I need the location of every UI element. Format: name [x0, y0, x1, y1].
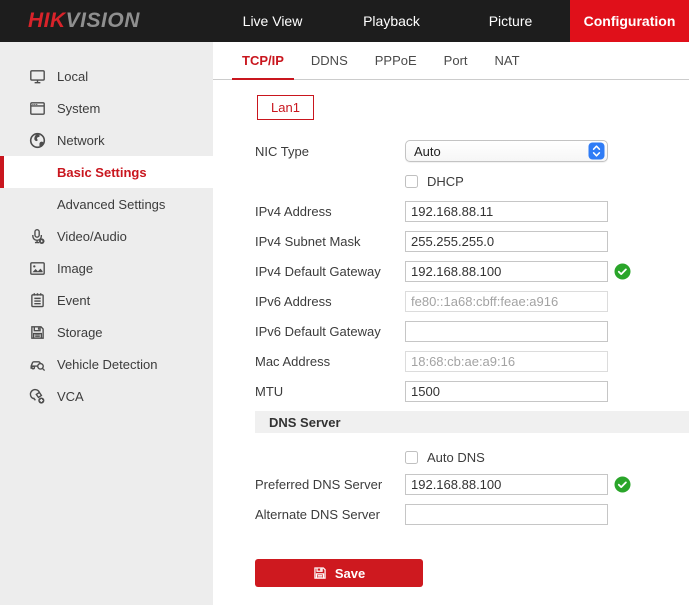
auto-dns-label: Auto DNS — [427, 450, 485, 465]
ipv4-gateway-input[interactable] — [405, 261, 608, 282]
ipv6-address-label: IPv6 Address — [255, 294, 405, 309]
vehicle-search-icon — [28, 355, 47, 374]
window-icon — [28, 99, 47, 118]
sidebar-item-vca[interactable]: VCA — [0, 380, 213, 412]
preferred-dns-label: Preferred DNS Server — [255, 477, 405, 492]
dhcp-row: DHCP — [213, 166, 689, 196]
save-icon — [313, 566, 327, 580]
mac-address-label: Mac Address — [255, 354, 405, 369]
storage-icon — [28, 323, 47, 342]
tab-nat[interactable]: NAT — [495, 42, 520, 79]
network-tabbar: TCP/IP DDNS PPPoE Port NAT — [213, 42, 689, 80]
sidebar-item-label: Event — [57, 293, 90, 308]
sidebar-item-video-audio[interactable]: Video/Audio — [0, 220, 213, 252]
ipv6-address-row: IPv6 Address — [213, 286, 689, 316]
main-panel: TCP/IP DDNS PPPoE Port NAT Lan1 NIC Type… — [213, 42, 689, 605]
mac-address-row: Mac Address — [213, 346, 689, 376]
ipv4-address-input[interactable] — [405, 201, 608, 222]
tcpip-form: NIC Type Auto DHCP IPv4 Address IPv4 Sub… — [213, 136, 689, 587]
save-button[interactable]: Save — [255, 559, 423, 587]
sidebar-item-vehicle-detection[interactable]: Vehicle Detection — [0, 348, 213, 380]
mac-address-input[interactable] — [405, 351, 608, 372]
sidebar-item-event[interactable]: Event — [0, 284, 213, 316]
sidebar-item-label: System — [57, 101, 100, 116]
globe-icon — [28, 131, 47, 150]
monitor-icon — [28, 67, 47, 86]
valid-check-icon — [614, 263, 631, 280]
tab-tcpip[interactable]: TCP/IP — [242, 42, 284, 79]
sidebar-item-system[interactable]: System — [0, 92, 213, 124]
ipv6-gateway-row: IPv6 Default Gateway — [213, 316, 689, 346]
nic-type-row: NIC Type Auto — [213, 136, 689, 166]
nav-menu: Live View Playback Picture Configuration — [213, 0, 689, 42]
ipv4-address-row: IPv4 Address — [213, 196, 689, 226]
nic-type-selected-value: Auto — [406, 144, 588, 159]
nic-type-select[interactable]: Auto — [405, 140, 608, 162]
dns-server-section-header: DNS Server — [255, 411, 689, 433]
ipv4-address-label: IPv4 Address — [255, 204, 405, 219]
tab-ddns[interactable]: DDNS — [311, 42, 348, 79]
dns-server-title: DNS Server — [255, 415, 341, 430]
sidebar-item-label: Basic Settings — [57, 165, 147, 180]
mtu-input[interactable] — [405, 381, 608, 402]
ipv4-subnet-input[interactable] — [405, 231, 608, 252]
sidebar-item-label: Network — [57, 133, 105, 148]
alternate-dns-label: Alternate DNS Server — [255, 507, 405, 522]
sidebar-item-image[interactable]: Image — [0, 252, 213, 284]
sidebar-item-network[interactable]: Network — [0, 124, 213, 156]
alternate-dns-input[interactable] — [405, 504, 608, 525]
microphone-icon — [28, 227, 47, 246]
mtu-label: MTU — [255, 384, 405, 399]
nav-item-playback[interactable]: Playback — [332, 0, 451, 42]
sidebar-item-basic-settings[interactable]: Basic Settings — [0, 156, 213, 188]
sidebar-item-label: Video/Audio — [57, 229, 127, 244]
ipv4-subnet-label: IPv4 Subnet Mask — [255, 234, 405, 249]
auto-dns-row: Auto DNS — [213, 445, 689, 469]
dhcp-checkbox[interactable] — [405, 175, 418, 188]
sidebar-item-label: Image — [57, 261, 93, 276]
preferred-dns-input[interactable] — [405, 474, 608, 495]
mtu-row: MTU — [213, 376, 689, 406]
ipv4-gateway-label: IPv4 Default Gateway — [255, 264, 405, 279]
nav-item-configuration[interactable]: Configuration — [570, 0, 689, 42]
hikvision-logo: HIKVISION — [0, 0, 213, 42]
image-icon — [28, 259, 47, 278]
vca-icon — [28, 387, 47, 406]
nav-item-live-view[interactable]: Live View — [213, 0, 332, 42]
logo-vision-text: VISION — [66, 9, 140, 33]
ipv6-address-input[interactable] — [405, 291, 608, 312]
save-button-label: Save — [335, 566, 365, 581]
ipv6-gateway-label: IPv6 Default Gateway — [255, 324, 405, 339]
nav-item-picture[interactable]: Picture — [451, 0, 570, 42]
ipv4-subnet-row: IPv4 Subnet Mask — [213, 226, 689, 256]
sidebar-item-storage[interactable]: Storage — [0, 316, 213, 348]
auto-dns-checkbox[interactable] — [405, 451, 418, 464]
lan1-tab-button[interactable]: Lan1 — [257, 95, 314, 120]
sidebar-item-local[interactable]: Local — [0, 60, 213, 92]
valid-check-icon — [614, 476, 631, 493]
sidebar: Local System Network Basic Settings Adva… — [0, 42, 213, 605]
top-nav: HIKVISION Live View Playback Picture Con… — [0, 0, 689, 42]
event-icon — [28, 291, 47, 310]
sidebar-item-label: VCA — [57, 389, 84, 404]
nic-type-label: NIC Type — [255, 144, 405, 159]
sidebar-item-label: Storage — [57, 325, 103, 340]
sidebar-item-label: Vehicle Detection — [57, 357, 157, 372]
dhcp-label: DHCP — [427, 174, 464, 189]
select-stepper-icon — [588, 142, 605, 160]
preferred-dns-row: Preferred DNS Server — [213, 469, 689, 499]
ipv4-gateway-row: IPv4 Default Gateway — [213, 256, 689, 286]
tab-pppoe[interactable]: PPPoE — [375, 42, 417, 79]
sidebar-item-label: Local — [57, 69, 88, 84]
logo-hik-text: HIK — [28, 9, 66, 33]
alternate-dns-row: Alternate DNS Server — [213, 499, 689, 529]
sidebar-item-advanced-settings[interactable]: Advanced Settings — [0, 188, 213, 220]
tab-port[interactable]: Port — [444, 42, 468, 79]
ipv6-gateway-input[interactable] — [405, 321, 608, 342]
sidebar-item-label: Advanced Settings — [57, 197, 165, 212]
